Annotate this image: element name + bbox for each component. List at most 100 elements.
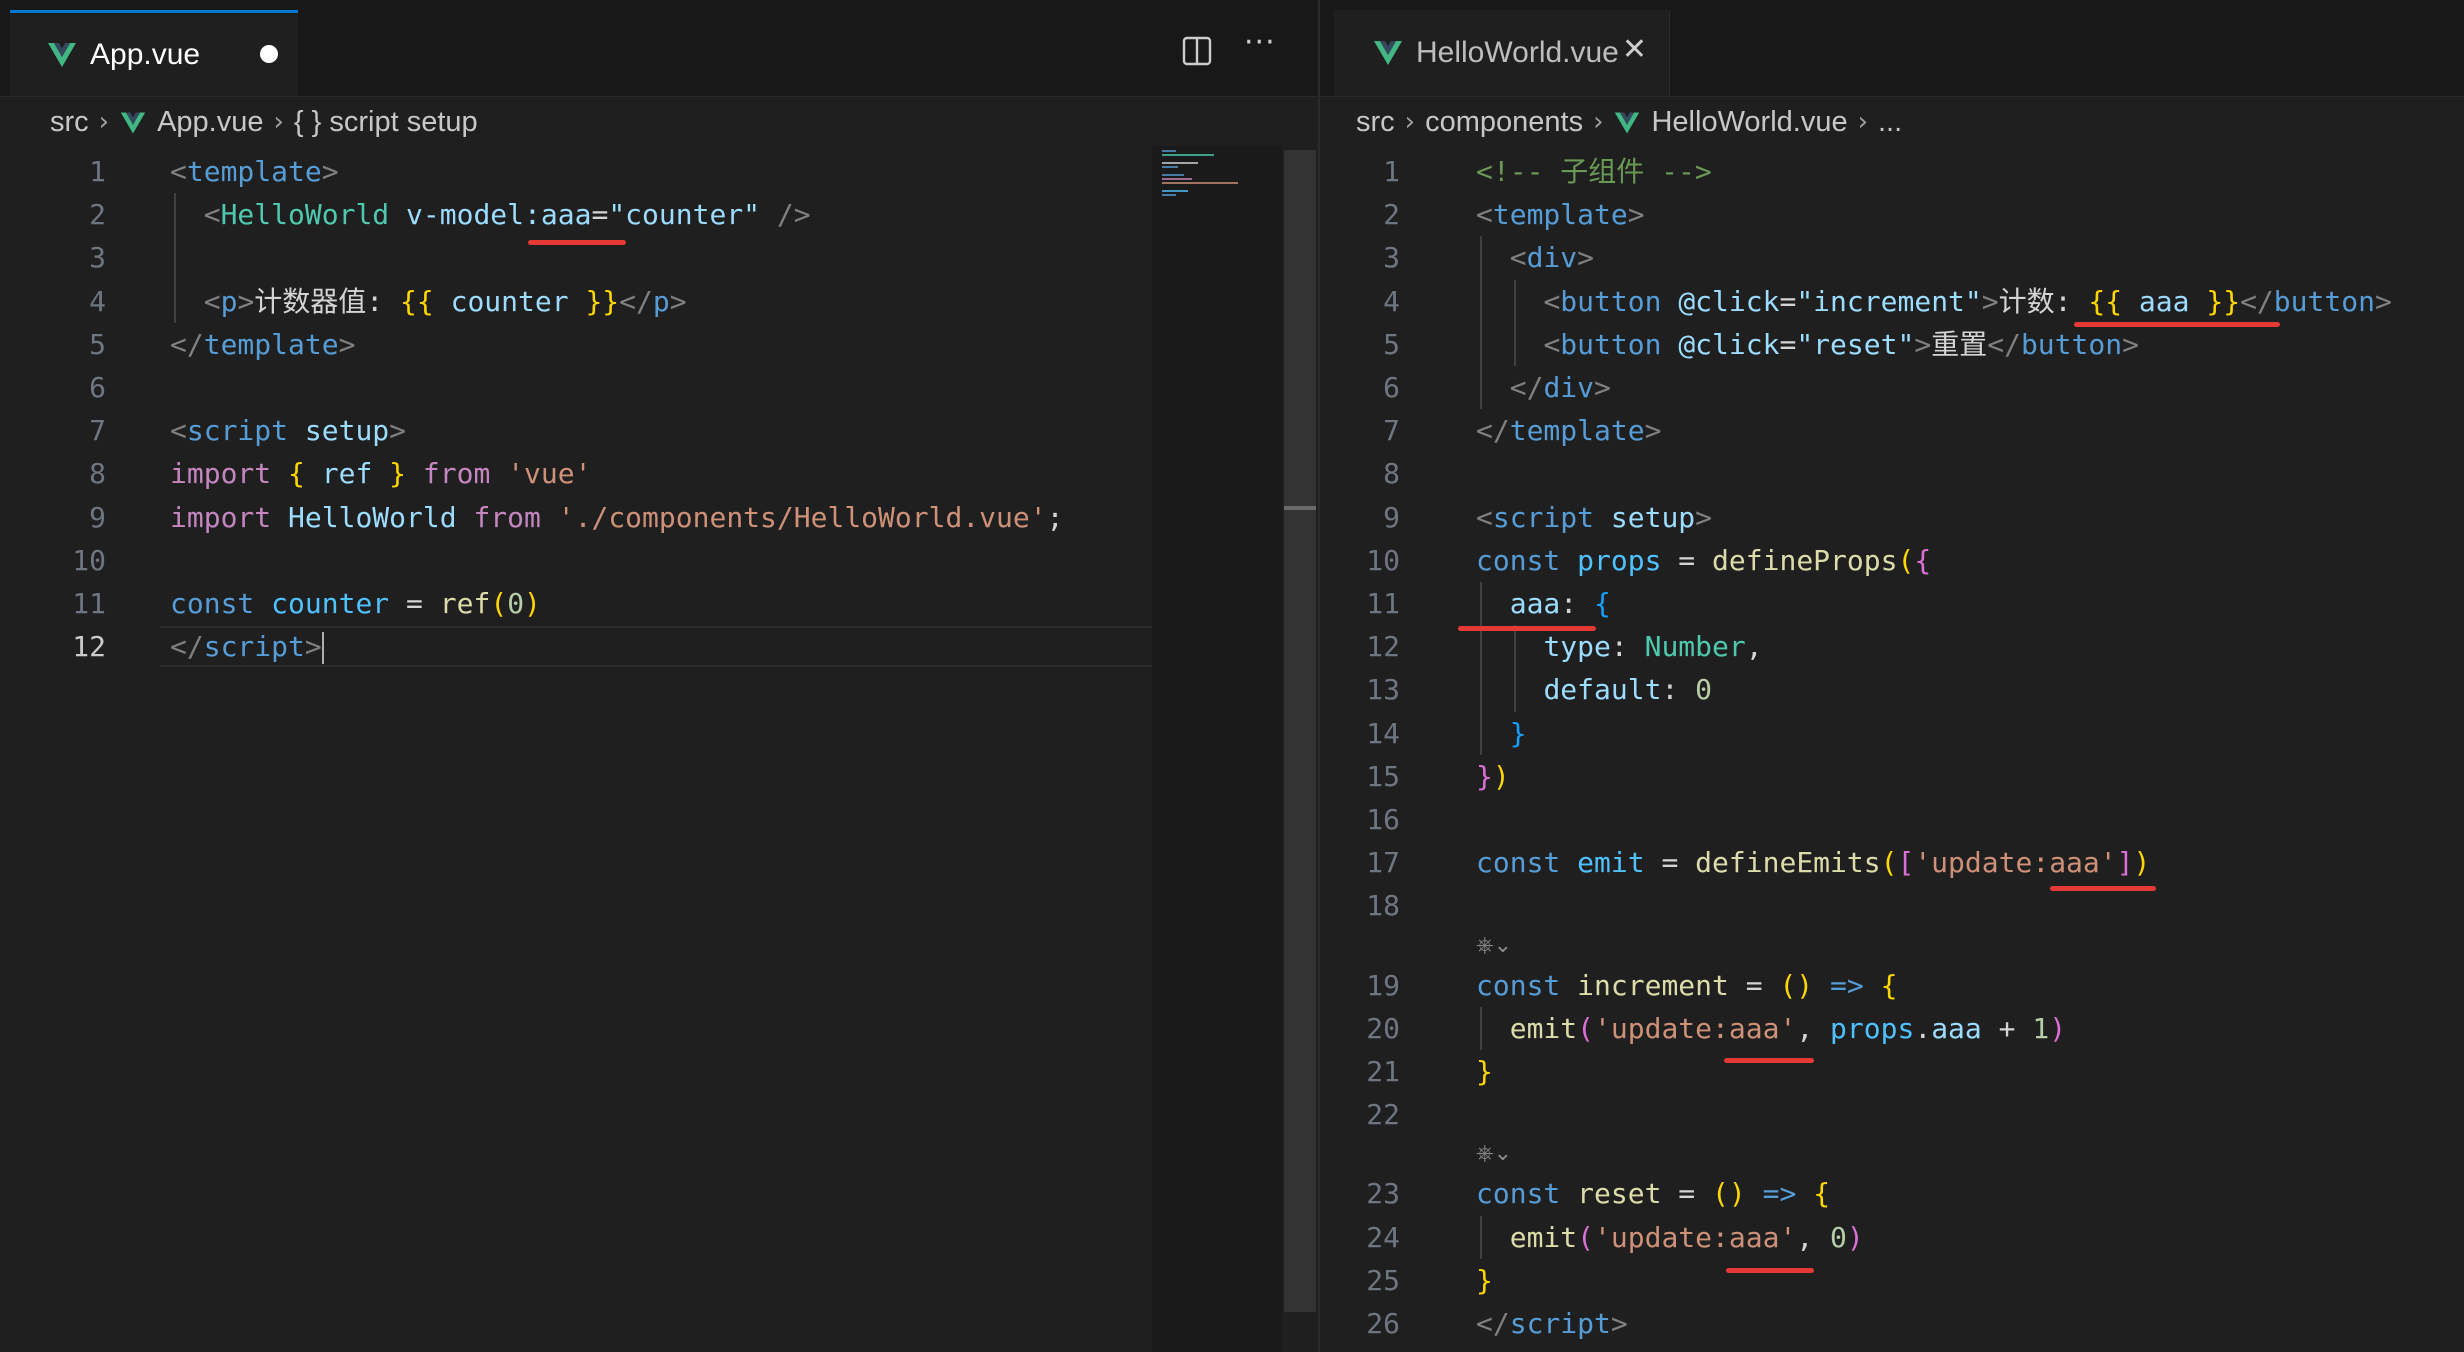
minimap-line (1162, 162, 1198, 164)
code-token: < (1543, 327, 1561, 361)
code-text: </div> (1476, 366, 1611, 409)
line-number: 26 (1366, 1307, 1400, 1340)
code-token: ( (1577, 1011, 1595, 1045)
code-token: } (1476, 1055, 1493, 1088)
code-text: } (1476, 1050, 1493, 1093)
code-token: > (1594, 371, 1611, 404)
code-token: { (1880, 968, 1898, 1002)
code-token: </ (1476, 1307, 1510, 1340)
breadcrumb-item[interactable]: src (1356, 106, 1395, 139)
code-token: reset (1577, 1177, 1662, 1211)
scrollbar-thumb[interactable] (1284, 506, 1316, 510)
code-token: </ (1987, 327, 2021, 361)
code-token: = (591, 198, 609, 232)
unsaved-indicator-icon[interactable] (260, 45, 278, 63)
codelens-icon[interactable]: ⎈⌄ (1476, 928, 1512, 964)
minimap[interactable] (1152, 146, 1282, 1352)
split-editor-icon[interactable] (1182, 36, 1212, 66)
code-text: <!-- 子组件 --> (1476, 150, 1712, 193)
code-token: , (1796, 1220, 1831, 1254)
code-token: './components/HelloWorld.vue' (557, 500, 1047, 534)
code-token: ) (2133, 846, 2151, 880)
code-token: div (1543, 371, 1595, 404)
code-token: , (1745, 630, 1763, 664)
code-token: @click (1678, 284, 1780, 318)
chevron-right-icon: › (1404, 107, 1416, 137)
minimap-line (1162, 182, 1238, 184)
code-token: template (203, 327, 339, 361)
code-token: 计数: (1998, 284, 2089, 318)
line-number: 14 (1366, 716, 1400, 750)
code-token: ) (524, 587, 541, 620)
breadcrumb-item[interactable]: src (50, 106, 89, 139)
code-token: template (186, 155, 322, 188)
breadcrumb-item[interactable]: HelloWorld.vue (1613, 106, 1848, 139)
breadcrumb-item[interactable]: ... (1878, 106, 1902, 139)
tab-title: App.vue (90, 37, 201, 71)
code-token: script (1509, 1307, 1611, 1340)
breadcrumb-item[interactable]: components (1425, 106, 1583, 139)
code-token: 'update:aaa' (1594, 1220, 1797, 1254)
code-token: () (1779, 968, 1814, 1002)
code-token: > (389, 414, 407, 448)
code-token: ( (1880, 846, 1898, 880)
breadcrumb-label: ... (1878, 105, 1903, 138)
code-token: < (203, 284, 221, 318)
line-number: 11 (1366, 587, 1400, 620)
code-text: const emit = defineEmits(['update:aaa']) (1476, 841, 2150, 884)
code-token: , (1796, 1011, 1831, 1045)
line-number: 6 (89, 371, 106, 404)
code-token: < (170, 155, 187, 188)
line-number: 9 (89, 500, 106, 534)
vertical-scrollbar[interactable] (1284, 150, 1316, 1312)
code-token: defineEmits (1695, 846, 1881, 880)
more-actions-icon[interactable]: ··· (1244, 28, 1276, 58)
tab-helloworld-vue[interactable]: HelloWorld.vue ✕ (1334, 10, 1670, 96)
line-number: 2 (89, 198, 106, 232)
code-token: { (1594, 587, 1611, 620)
code-token: > (669, 284, 687, 318)
minimap-line (1162, 194, 1176, 196)
vue-icon (1374, 41, 1402, 65)
code-text: <button @click="reset">重置</button> (1476, 323, 2139, 366)
code-token: . (1914, 1011, 1932, 1045)
line-number: 1 (1383, 155, 1400, 188)
code-token: import (170, 500, 272, 534)
code-token: props (1577, 543, 1662, 577)
code-token: button (1560, 284, 1662, 318)
close-icon[interactable]: ✕ (1622, 34, 1647, 66)
tab-title: HelloWorld.vue (1416, 36, 1619, 69)
line-number: 18 (1366, 889, 1400, 923)
code-token: p (652, 284, 670, 318)
code-token: Number (1644, 630, 1746, 664)
editor-window: App.vue ··· src › App.vue › { } script setup… (0, 0, 2464, 1352)
indent-guide (1514, 279, 1516, 366)
code-token: 1 (2032, 1011, 2050, 1045)
code-token: </ (170, 630, 204, 664)
chevron-right-icon: › (98, 107, 110, 137)
breadcrumb-label: src (50, 105, 89, 138)
code-token: 'vue' (507, 457, 592, 491)
tab-app-vue[interactable]: App.vue (10, 10, 298, 96)
code-token: setup (304, 414, 390, 448)
indent-guide (174, 193, 176, 323)
code-token: const (1476, 846, 1561, 880)
breadcrumb-item[interactable]: { } script setup (294, 106, 478, 139)
code-token: "counter" (608, 198, 761, 232)
code-token: ( (490, 587, 508, 620)
line-number: 7 (89, 414, 106, 448)
codelens-icon[interactable]: ⎈⌄ (1476, 1136, 1512, 1172)
code-token: HelloWorld (220, 198, 390, 232)
code-token: < (1543, 284, 1561, 318)
breadcrumb-item[interactable]: App.vue (119, 106, 264, 139)
code-token: }} (585, 284, 620, 318)
code-token: button (2020, 327, 2123, 361)
minimap-line (1162, 150, 1176, 152)
indent-guide (1514, 625, 1516, 712)
code-token: < (170, 414, 187, 448)
code-token: template (1492, 198, 1628, 232)
